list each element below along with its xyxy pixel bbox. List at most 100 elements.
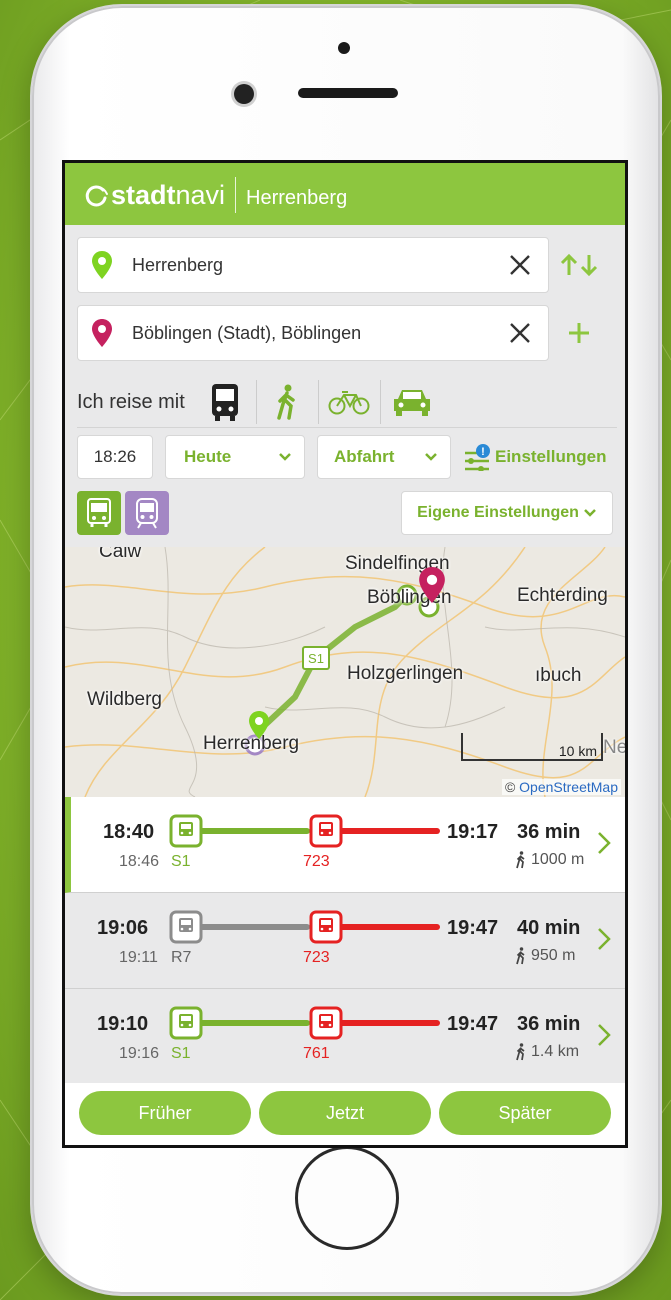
- leg2-vehicle-icon-light: [328, 831, 332, 835]
- map-label-wildberg: Wildberg: [87, 689, 162, 710]
- leg2-vehicle-icon-window: [321, 824, 331, 829]
- arrival-time: 19:17: [447, 821, 499, 843]
- logo-divider: [235, 177, 237, 213]
- map-label-schoenaich: ıbuch: [535, 665, 582, 686]
- leg2-vehicle-icon-light: [328, 1023, 332, 1027]
- origin-pin-icon: [92, 251, 112, 279]
- leg1-vehicle-icon-light: [180, 831, 184, 835]
- settings-button[interactable]: ! Einstellungen: [463, 443, 606, 471]
- leg1-line: R7: [171, 949, 192, 966]
- route-map[interactable]: S1 Calw Sindelfingen Böblingen Echterdin…: [65, 547, 625, 797]
- bus-icon: [87, 498, 111, 527]
- departure-time: 18:40: [103, 821, 155, 843]
- chevron-right-icon: [598, 1024, 611, 1046]
- logo-mark-icon: [85, 185, 108, 207]
- destination-input[interactable]: Böblingen (Stadt), Böblingen: [132, 323, 500, 344]
- leg1-vehicle-icon-light: [188, 927, 192, 931]
- toggle-train[interactable]: [125, 491, 169, 535]
- swap-arrows-icon: [560, 253, 598, 277]
- mode-walk[interactable]: [257, 380, 319, 424]
- mode-public-transport[interactable]: [195, 380, 257, 424]
- leg2-vehicle-icon-light: [328, 927, 332, 931]
- own-settings-button[interactable]: Eigene Einstellungen: [401, 491, 613, 535]
- day-select[interactable]: Heute: [165, 435, 305, 479]
- clear-destination-button[interactable]: [500, 313, 540, 353]
- board-time: 19:16: [119, 1045, 160, 1062]
- walk-distance-value: 1000 m: [531, 851, 585, 868]
- board-time: 18:46: [119, 853, 160, 870]
- walk-icon: [516, 851, 525, 869]
- itinerary-legs: [169, 910, 440, 944]
- departure-type-value: Abfahrt: [334, 447, 395, 466]
- leg1-vehicle-icon-light: [180, 927, 184, 931]
- departure-time: 19:06: [97, 917, 149, 939]
- own-settings-label: Eigene Einstellungen: [417, 504, 579, 521]
- chevron-down-icon: [584, 509, 596, 517]
- map-attribution: © OpenStreetMap: [501, 779, 621, 795]
- leg2-vehicle-icon-window: [321, 920, 331, 925]
- walk-distance-value: 950 m: [531, 947, 576, 964]
- map-label-calw: Calw: [99, 547, 142, 562]
- itinerary-row-1[interactable]: 18:40 18:46 S1 723 19:17 36 min 1000 m: [65, 797, 625, 893]
- svg-text:!: !: [481, 446, 485, 458]
- car-icon: [393, 390, 430, 416]
- city-name: Herrenberg: [246, 186, 348, 209]
- earlier-button[interactable]: Früher: [79, 1091, 251, 1135]
- chevron-right-icon: [598, 832, 611, 854]
- leg2-line: 723: [303, 853, 330, 870]
- toggle-bus[interactable]: [77, 491, 121, 535]
- arrival-time: 19:47: [447, 1013, 499, 1035]
- leg2-vehicle-icon: [309, 814, 343, 848]
- mode-label: Ich reise mit: [77, 390, 185, 413]
- mode-car[interactable]: [381, 380, 443, 424]
- logo-text-bold: stadt: [111, 179, 176, 210]
- leg2-vehicle-icon: [309, 1006, 343, 1040]
- leg1-vehicle-icon: [169, 910, 203, 944]
- home-button[interactable]: [295, 1146, 399, 1250]
- leg1-line: S1: [171, 853, 191, 870]
- itinerary-row-2[interactable]: 19:06 19:11 R7 723 19:47 40 min 950 m: [65, 893, 625, 989]
- itinerary-row-3[interactable]: 19:10 19:16 S1 761 19:47 36 min 1.4 km: [65, 989, 625, 1085]
- divider: [77, 427, 617, 428]
- later-button[interactable]: Später: [439, 1091, 611, 1135]
- swap-locations-button[interactable]: [557, 243, 601, 287]
- time-input[interactable]: 18:26: [77, 435, 153, 479]
- chevron-down-icon: [279, 453, 291, 461]
- leg1-vehicle-icon-window: [181, 824, 191, 829]
- sliders-icon: !: [465, 444, 490, 471]
- logo-text-light: navi: [175, 179, 226, 210]
- destination-field[interactable]: Böblingen (Stadt), Böblingen: [77, 305, 549, 361]
- mode-bicycle[interactable]: [319, 380, 381, 424]
- walk-icon: [277, 384, 296, 420]
- chevron-down-icon: [425, 453, 437, 461]
- walk-icon: [516, 947, 525, 965]
- app-header: stadt navi Herrenberg: [65, 163, 625, 225]
- app-screen: stadt navi Herrenberg Herrenberg Böbling…: [62, 160, 628, 1148]
- map-label-holzgerlingen: Holzgerlingen: [347, 663, 464, 684]
- leg1-vehicle-icon-window: [181, 1016, 191, 1021]
- origin-pin-icon: [249, 711, 269, 739]
- itinerary-legs: [169, 1006, 440, 1040]
- settings-label: Einstellungen: [495, 447, 607, 466]
- origin-field[interactable]: Herrenberg: [77, 237, 549, 293]
- walk-distance: 1000 m: [515, 851, 584, 869]
- duration: 36 min: [517, 1013, 581, 1035]
- bus-icon: [212, 384, 239, 421]
- add-via-button[interactable]: [557, 311, 601, 355]
- now-button[interactable]: Jetzt: [259, 1091, 431, 1135]
- stadtnavi-logo[interactable]: stadt navi Herrenberg: [83, 177, 348, 213]
- leg2-line: 761: [303, 1045, 330, 1062]
- proximity-sensor: [338, 42, 350, 54]
- destination-pin-icon: [92, 319, 112, 347]
- origin-input[interactable]: Herrenberg: [132, 255, 500, 276]
- map-scale-label: 10 km: [558, 743, 597, 759]
- departure-type-select[interactable]: Abfahrt: [317, 435, 451, 479]
- leg1-vehicle-icon: [169, 814, 203, 848]
- chevron-right-icon: [598, 928, 611, 950]
- clear-origin-button[interactable]: [500, 245, 540, 285]
- walk-distance-value: 1.4 km: [531, 1043, 580, 1060]
- leg1-vehicle-icon-light: [180, 1023, 184, 1027]
- openstreetmap-link[interactable]: OpenStreetMap: [519, 779, 618, 795]
- attribution-prefix: ©: [504, 779, 516, 795]
- day-select-value: Heute: [184, 447, 232, 466]
